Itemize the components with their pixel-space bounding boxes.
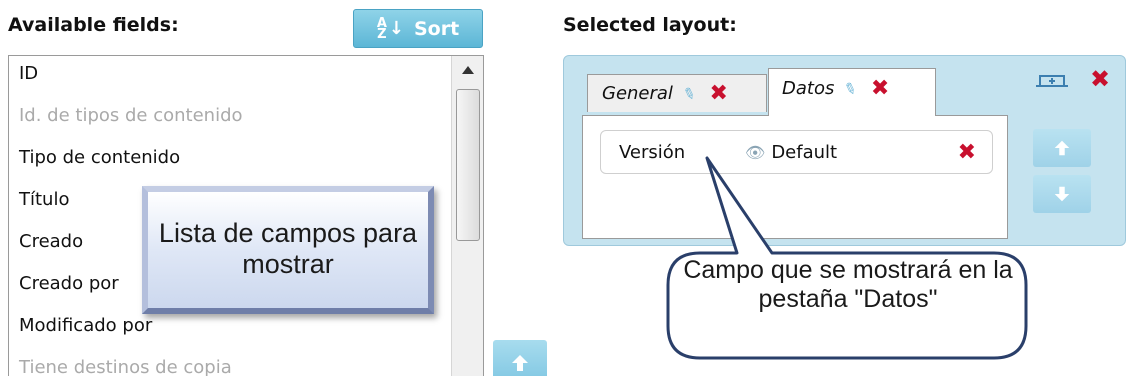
sort-button[interactable]: AZ ↓ Sort [353,9,483,48]
list-item[interactable]: Modificado por [19,315,152,336]
callout-available-fields: Lista de campos para mostrar [142,186,434,314]
triangle-up-icon [462,66,474,74]
arrow-up-icon [1054,140,1070,156]
list-item[interactable]: Tipo de contenido [19,147,180,168]
tab-label: General [602,83,673,104]
sort-arrow-icon: ↓ [388,18,404,39]
list-item[interactable]: ID [19,63,38,84]
list-item[interactable]: Creado por [19,273,119,294]
chip-field-name: Versión [619,141,686,163]
list-scrollbar[interactable] [451,56,483,376]
pencil-icon[interactable]: ✎ [842,78,860,99]
close-icon[interactable]: ✖ [958,140,976,165]
tab-content-area: Versión 👁 Default ✖ [582,115,1008,239]
callout-field-text: Campo que se mostrará en la pestaña "Dat… [683,256,1013,313]
tab-datos[interactable]: Datos ✎ ✖ [768,68,936,116]
selected-layout-heading: Selected layout: [563,14,737,36]
arrow-down-icon [1054,186,1070,202]
move-up-button[interactable] [493,340,547,376]
sort-button-label: Sort [413,17,460,40]
scroll-up-button[interactable] [452,56,483,84]
move-tab-up-button[interactable] [1033,129,1091,167]
move-tab-down-button[interactable] [1033,175,1091,213]
sort-az-icon: AZ [376,15,387,42]
close-icon[interactable]: ✖ [1090,65,1110,93]
chip-visibility[interactable]: Default [771,142,837,163]
tab-label: Datos [782,78,835,99]
pencil-icon[interactable]: ✎ [680,83,698,104]
scroll-thumb[interactable] [456,89,480,241]
close-icon[interactable]: ✖ [871,76,889,101]
available-fields-heading: Available fields: [8,14,179,36]
tab-general[interactable]: General ✎ ✖ [587,74,767,112]
arrow-up-icon [512,354,528,371]
list-item: Id. de tipos de contenido [19,105,243,126]
add-tab-icon[interactable] [1034,70,1070,90]
eye-icon[interactable]: 👁 [745,143,765,162]
list-item: Tiene destinos de copia [19,357,232,376]
layout-panel: General ✎ ✖ Datos ✎ ✖ Versión 👁 Default … [563,55,1126,246]
layout-field-chip[interactable]: Versión 👁 Default ✖ [600,130,993,174]
list-item[interactable]: Título [19,189,69,210]
close-icon[interactable]: ✖ [710,81,728,106]
list-item[interactable]: Creado [19,231,83,252]
